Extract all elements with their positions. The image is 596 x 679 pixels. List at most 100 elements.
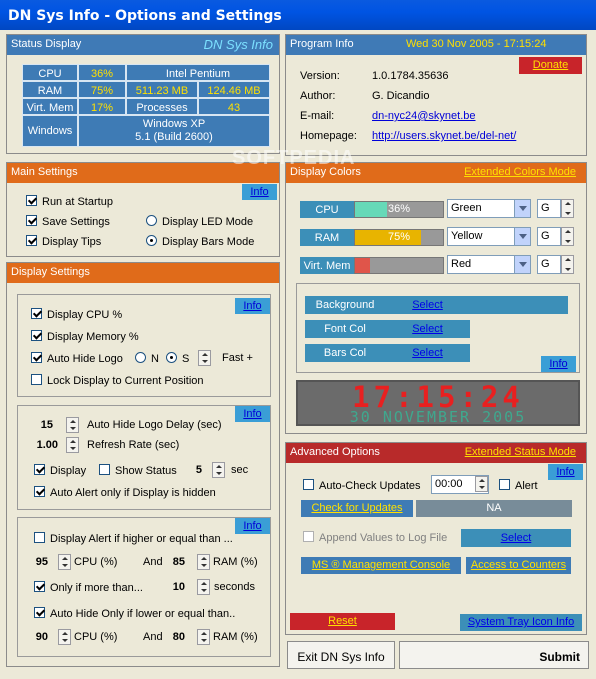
color-row-g-field[interactable]: G [537, 227, 561, 246]
counters-button[interactable]: Access to Counters [466, 557, 571, 574]
processes-label: Processes [126, 98, 198, 115]
font-color-select[interactable]: Select [385, 320, 470, 338]
run-startup-checkbox[interactable]: Run at Startup [26, 195, 113, 208]
status-seconds-spinner[interactable] [212, 462, 225, 478]
led-preview: 17:15:24 30 NOVEMBER 2005 [296, 380, 580, 426]
cpu-alert-label: CPU (%) [74, 556, 118, 568]
logo-delay-spinner[interactable] [66, 417, 79, 433]
color-row-bar [354, 257, 444, 274]
tray-info-button[interactable]: System Tray Icon Info [460, 614, 582, 631]
log-file-select[interactable]: Select [461, 529, 571, 547]
logo-delay-label: Auto Hide Logo Delay (sec) [87, 419, 222, 431]
more-seconds-spinner[interactable] [197, 579, 210, 595]
save-settings-checkbox[interactable]: Save Settings [26, 215, 110, 228]
append-log-checkbox[interactable]: Append Values to Log File [303, 531, 447, 544]
windows-info: Windows XP 5.1 (Build 2600) [78, 115, 270, 147]
speed-n-radio[interactable]: N [135, 352, 159, 365]
chevron-down-icon [514, 200, 530, 217]
display-alert-checkbox[interactable]: Display Alert if higher or equal than ..… [34, 532, 233, 545]
led-mode-radio[interactable]: Display LED Mode [146, 215, 253, 228]
auto-alert-checkbox[interactable]: Auto Alert only if Display is hidden [34, 486, 216, 499]
extended-status-link[interactable]: Extended Status Mode [465, 446, 576, 458]
homepage-label: Homepage: [300, 130, 357, 142]
version-value: 1.0.1784.35636 [372, 70, 449, 82]
color-row-spinner[interactable] [561, 199, 574, 218]
color-row-g-field[interactable]: G [537, 199, 561, 218]
donate-button[interactable]: Donate [519, 57, 582, 74]
color-row-spinner[interactable] [561, 227, 574, 246]
windows-build: 5.1 (Build 2600) [135, 131, 213, 143]
color-row-dropdown[interactable]: Green [447, 199, 531, 218]
lock-display-checkbox[interactable]: Lock Display to Current Position [31, 374, 204, 387]
alert-checkbox[interactable]: Alert [499, 479, 538, 492]
cpu-hide-value: 90 [35, 631, 48, 643]
alerts-info-link[interactable]: Info [235, 518, 270, 534]
background-swatch [470, 296, 568, 314]
color-row-g-field[interactable]: G [537, 255, 561, 274]
check-updates-button[interactable]: Check for Updates [301, 500, 413, 517]
colors-info-link[interactable]: Info [541, 356, 576, 372]
color-row-percent: 36% [387, 203, 411, 215]
update-status: NA [416, 500, 572, 517]
speed-s-radio[interactable]: S [166, 352, 189, 365]
display-checkbox[interactable]: Display [34, 464, 86, 477]
program-info-header: Program Info Wed 30 Nov 2005 - 17:15:24 [286, 35, 586, 55]
bars-mode-radio[interactable]: Display Bars Mode [146, 235, 254, 248]
cpu-hide-label: CPU (%) [74, 631, 118, 643]
auto-hide-logo-checkbox[interactable]: Auto Hide Logo [31, 352, 123, 365]
cpu-alert-value: 95 [35, 556, 48, 568]
ram-alert-spinner[interactable] [197, 554, 210, 570]
more-seconds-value: 10 [172, 581, 185, 593]
reset-button[interactable]: Reset [290, 613, 395, 630]
show-status-checkbox[interactable]: Show Status [99, 464, 177, 477]
homepage-link[interactable]: http://users.skynet.be/del-net/ [372, 130, 516, 142]
color-row-bar: 75% [354, 229, 444, 246]
ram-hide-label: RAM (%) [213, 631, 258, 643]
exit-button[interactable]: Exit DN Sys Info [287, 641, 395, 669]
color-row-spinner[interactable] [561, 255, 574, 274]
windows-name: Windows XP [142, 118, 206, 130]
led-date: 30 NOVEMBER 2005 [349, 408, 527, 426]
auto-check-checkbox[interactable]: Auto-Check Updates [303, 479, 421, 492]
windows-label: Windows [22, 115, 78, 147]
author-value: G. Dicandio [372, 90, 430, 102]
fast-label: Fast + [222, 352, 253, 364]
display-info-link[interactable]: Info [235, 298, 270, 314]
submit-button[interactable]: Submit [399, 641, 589, 669]
display-tips-checkbox[interactable]: Display Tips [26, 235, 101, 248]
cpu-alert-spinner[interactable] [58, 554, 71, 570]
logo-delay-value: 15 [40, 419, 53, 431]
display-settings-header: Display Settings [7, 263, 279, 283]
window-title: DN Sys Info - Options and Settings [0, 0, 596, 30]
email-link[interactable]: dn-nyc24@skynet.be [372, 110, 476, 122]
display-cpu-checkbox[interactable]: Display CPU % [31, 308, 122, 321]
color-row-dropdown[interactable]: Yellow [447, 227, 531, 246]
bars-color-select[interactable]: Select [385, 344, 470, 362]
only-if-more-checkbox[interactable]: Only if more than... [34, 581, 143, 594]
watermark: SOFTPEDIA [232, 147, 356, 169]
vmem-label: Virt. Mem [22, 98, 78, 115]
advanced-info-link[interactable]: Info [548, 464, 583, 480]
auto-hide-lower-checkbox[interactable]: Auto Hide Only if lower or equal than.. [34, 607, 235, 620]
ram-hide-spinner[interactable] [197, 629, 210, 645]
background-select[interactable]: Select [385, 296, 470, 314]
and-label-2: And [143, 631, 163, 643]
color-row-fill [355, 258, 370, 273]
main-info-link[interactable]: Info [242, 184, 277, 200]
update-time-spinner[interactable] [475, 476, 488, 492]
display-memory-checkbox[interactable]: Display Memory % [31, 330, 139, 343]
management-console-button[interactable]: MS ® Management Console [301, 557, 461, 574]
ram-total: 124.46 MB [198, 81, 270, 98]
seconds-label: seconds [214, 581, 255, 593]
ram-hide-value: 80 [172, 631, 185, 643]
logo: DN Sys Info [203, 37, 273, 52]
refresh-rate-spinner[interactable] [66, 437, 79, 453]
cpu-hide-spinner[interactable] [58, 629, 71, 645]
extended-colors-link[interactable]: Extended Colors Mode [464, 166, 576, 178]
cpu-label: CPU [22, 64, 78, 81]
timing-info-link[interactable]: Info [235, 406, 270, 422]
speed-spinner[interactable] [198, 350, 211, 366]
cpu-name: Intel Pentium [126, 64, 270, 81]
color-row-dropdown[interactable]: Red [447, 255, 531, 274]
refresh-rate-value: 1.00 [36, 439, 58, 451]
